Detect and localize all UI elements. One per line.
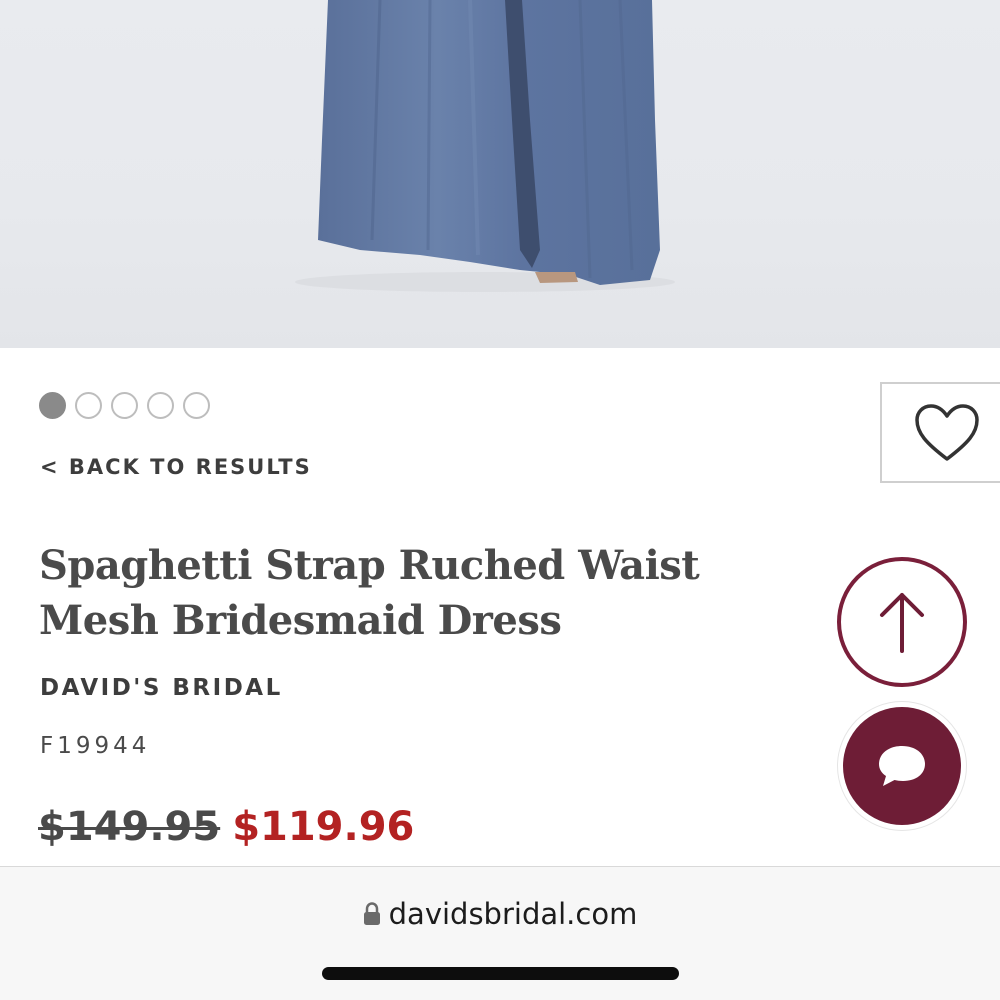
home-indicator[interactable] — [322, 967, 679, 980]
browser-address-bar: davidsbridal.com — [0, 866, 1000, 1000]
product-title: Spaghetti Strap Ruched Waist Mesh Brides… — [39, 538, 739, 648]
chat-button[interactable] — [838, 702, 966, 830]
heart-icon — [915, 403, 979, 461]
chat-button-circle — [843, 707, 961, 825]
product-sku: F19944 — [40, 733, 151, 759]
carousel-dot-2[interactable] — [75, 392, 102, 419]
product-brand[interactable]: DAVID'S BRIDAL — [40, 675, 283, 701]
carousel-dot-1[interactable] — [39, 392, 66, 419]
price-block: $149.95 $119.96 — [38, 804, 414, 850]
dress-photo — [295, 0, 675, 292]
back-to-results-link[interactable]: < BACK TO RESULTS — [40, 455, 312, 479]
carousel-dot-5[interactable] — [183, 392, 210, 419]
carousel-dot-4[interactable] — [147, 392, 174, 419]
chat-bubble-icon — [879, 746, 925, 786]
lock-icon — [363, 902, 380, 925]
wishlist-button[interactable] — [880, 382, 1000, 483]
arrow-up-icon — [880, 593, 924, 653]
carousel-dot-3[interactable] — [111, 392, 138, 419]
product-title-line-1: Spaghetti Strap Ruched Waist — [39, 542, 700, 589]
original-price: $149.95 — [38, 804, 221, 850]
product-image[interactable] — [0, 0, 1000, 348]
sale-price: $119.96 — [232, 804, 415, 850]
scroll-to-top-button[interactable] — [837, 557, 967, 687]
carousel-dots — [39, 392, 210, 419]
url-text: davidsbridal.com — [388, 897, 638, 931]
url-display[interactable]: davidsbridal.com — [0, 897, 1000, 931]
product-title-line-2: Mesh Bridesmaid Dress — [39, 597, 562, 644]
